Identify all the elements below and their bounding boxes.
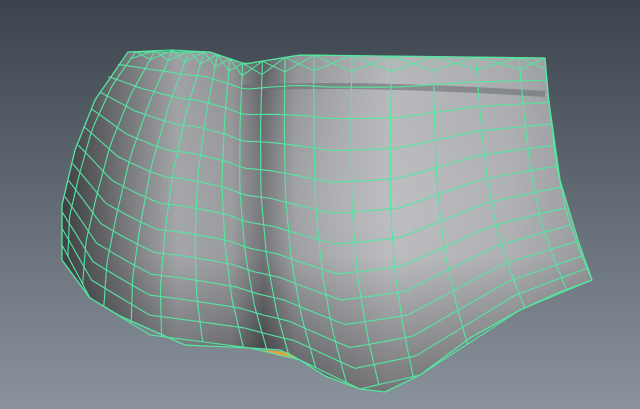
pants-mesh[interactable]	[61, 49, 593, 393]
maya-3d-viewport[interactable]	[0, 0, 640, 409]
viewport-scene[interactable]	[0, 0, 640, 409]
